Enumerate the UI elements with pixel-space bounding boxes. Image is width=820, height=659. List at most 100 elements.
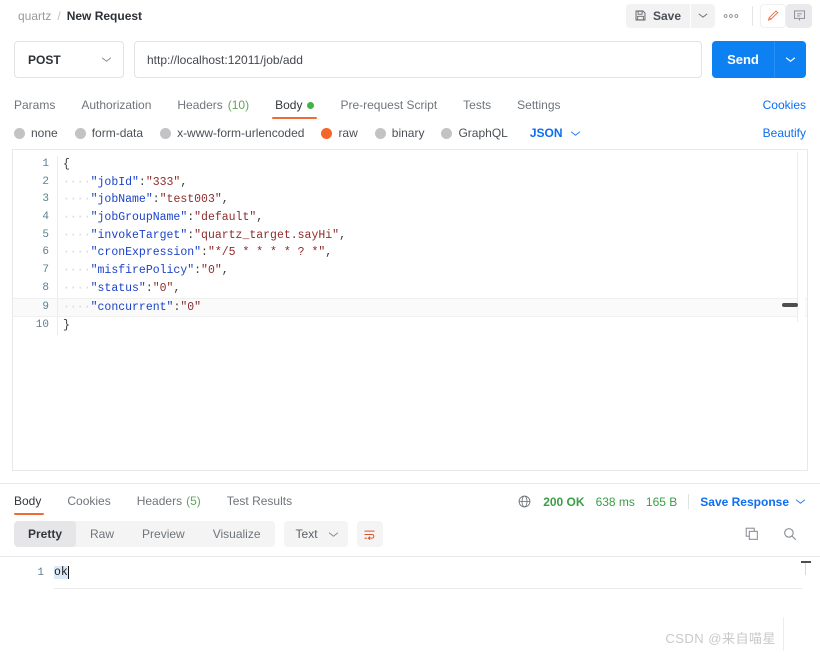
code-line[interactable]: 1 { — [13, 156, 807, 174]
code-line[interactable]: 6 ····"cronExpression":"*/5 * * * * ? *"… — [13, 244, 807, 263]
chevron-down-icon — [570, 130, 580, 136]
request-url-input[interactable]: http://localhost:12011/job/add — [134, 41, 702, 78]
tab-tests[interactable]: Tests — [450, 98, 504, 119]
code-line[interactable]: 10 } — [13, 317, 807, 335]
edit-mode-button[interactable] — [760, 3, 786, 28]
line-number: 2 — [42, 175, 49, 188]
chevron-down-icon — [328, 531, 338, 537]
view-mode-pretty[interactable]: Pretty — [14, 521, 77, 547]
response-time: 638 ms — [595, 494, 635, 509]
tab-label: Headers — [177, 98, 223, 112]
breadcrumb-separator: / — [57, 8, 61, 23]
code-lines[interactable]: 1 { 2 ····"jobId":"333", 3 ····"jobName"… — [13, 150, 807, 335]
code-line[interactable]: 8 ····"status":"0", — [13, 279, 807, 298]
code-colon: : — [145, 281, 153, 295]
response-tab-body[interactable]: Body — [14, 494, 54, 515]
chevron-down-icon — [795, 499, 806, 504]
tab-label: Params — [14, 98, 56, 112]
view-mode-raw[interactable]: Raw — [76, 521, 128, 547]
code-key: "invokeTarget" — [90, 228, 188, 242]
breadcrumb-request-name[interactable]: New Request — [67, 9, 142, 23]
save-label: Save — [652, 8, 681, 23]
body-type-row: none form-data x-www-form-urlencoded raw… — [0, 119, 820, 149]
beautify-button[interactable]: Beautify — [763, 126, 806, 140]
code-comma: , — [325, 246, 333, 260]
response-line-divider — [54, 588, 802, 589]
save-button[interactable]: Save — [625, 3, 690, 28]
editor-horizontal-scrollbar[interactable] — [49, 303, 798, 307]
response-type-select[interactable]: Text — [283, 521, 348, 547]
request-body-editor[interactable]: 1 { 2 ····"jobId":"333", 3 ····"jobName"… — [12, 149, 808, 471]
radio-icon — [74, 127, 86, 139]
code-comma: , — [339, 228, 346, 242]
code-line[interactable]: 3 ····"jobName":"test003", — [13, 191, 807, 210]
tab-label: Tests — [463, 98, 492, 112]
code-brace: } — [63, 319, 70, 333]
globe-icon — [517, 494, 532, 509]
top-bar-actions: Save — [625, 3, 812, 28]
view-mode-visualize[interactable]: Visualize — [199, 521, 275, 547]
code-value: "333" — [145, 175, 181, 189]
search-button[interactable] — [782, 526, 798, 542]
line-number: 3 — [42, 193, 49, 206]
code-value: "default" — [194, 211, 257, 225]
response-tab-headers[interactable]: Headers (5) — [124, 494, 214, 515]
body-type-binary[interactable]: binary — [374, 126, 424, 140]
code-value: "test003" — [159, 193, 222, 207]
tab-body[interactable]: Body — [262, 98, 327, 119]
code-line[interactable]: 7 ····"misfirePolicy":"0", — [13, 262, 807, 280]
response-scrollbar[interactable] — [801, 561, 811, 575]
line-content: { — [57, 156, 70, 174]
body-type-none[interactable]: none — [14, 126, 58, 140]
tab-headers[interactable]: Headers (10) — [164, 98, 262, 119]
body-type-urlencoded[interactable]: x-www-form-urlencoded — [160, 126, 304, 140]
cookies-link[interactable]: Cookies — [763, 98, 806, 119]
code-line[interactable]: 5 ····"invokeTarget":"quartz_target.sayH… — [13, 226, 807, 245]
code-comma: , — [256, 211, 264, 225]
response-view-modes: Pretty Raw Preview Visualize — [14, 521, 275, 547]
tab-label: Test Results — [226, 494, 293, 508]
more-options-button[interactable] — [717, 4, 745, 28]
code-value: "*/5 * * * * ? *" — [207, 246, 326, 260]
line-number: 1 — [42, 158, 49, 170]
editor-scrollbar-thumb[interactable] — [797, 152, 805, 322]
http-method-select[interactable]: POST — [14, 41, 124, 78]
code-line[interactable]: 2 ····"jobId":"333", — [13, 173, 807, 192]
radio-icon — [441, 127, 453, 139]
response-body-viewer[interactable]: 1 ok — [0, 556, 820, 601]
line-content: ····"jobId":"333", — [57, 173, 187, 192]
breadcrumb-collection[interactable]: quartz — [18, 9, 51, 23]
comments-button[interactable] — [786, 3, 812, 28]
response-meta: 200 OK 638 ms 165 B Save Response — [517, 494, 806, 515]
response-body-line[interactable]: 1 ok — [0, 557, 820, 582]
wrap-lines-button[interactable] — [356, 521, 383, 547]
code-line-current[interactable]: 9 ····"concurrent":"0" — [13, 297, 807, 318]
tab-pre-request-script[interactable]: Pre-request Script — [327, 98, 450, 119]
code-line[interactable]: 4 ····"jobGroupName":"default", — [13, 209, 807, 227]
line-number: 1 — [37, 566, 44, 579]
send-button[interactable]: Send — [712, 41, 774, 78]
top-bar: quartz / New Request Save — [0, 0, 820, 31]
body-type-graphql[interactable]: GraphQL — [441, 126, 508, 140]
code-key: "jobId" — [90, 175, 139, 189]
body-type-form-data[interactable]: form-data — [74, 126, 143, 140]
save-response-button[interactable]: Save Response — [700, 495, 806, 509]
save-disk-icon — [634, 9, 647, 22]
body-type-raw[interactable]: raw — [321, 126, 358, 140]
tab-settings[interactable]: Settings — [504, 98, 573, 119]
response-tab-test-results[interactable]: Test Results — [214, 494, 305, 515]
tab-params[interactable]: Params — [14, 98, 68, 119]
editor-hscrollbar-thumb[interactable] — [782, 303, 798, 307]
code-key: "jobName" — [90, 193, 153, 207]
tab-label: Cookies — [67, 494, 111, 508]
tab-authorization[interactable]: Authorization — [68, 98, 164, 119]
code-comma: , — [173, 281, 181, 295]
copy-button[interactable] — [744, 526, 760, 542]
editor-vertical-scrollbar[interactable] — [797, 152, 805, 470]
response-tab-cookies[interactable]: Cookies — [54, 494, 123, 515]
send-options-button[interactable] — [774, 41, 806, 78]
save-options-button[interactable] — [691, 3, 715, 28]
tab-label: Settings — [517, 98, 561, 112]
raw-format-select[interactable]: JSON — [530, 126, 581, 140]
view-mode-preview[interactable]: Preview — [128, 521, 199, 547]
